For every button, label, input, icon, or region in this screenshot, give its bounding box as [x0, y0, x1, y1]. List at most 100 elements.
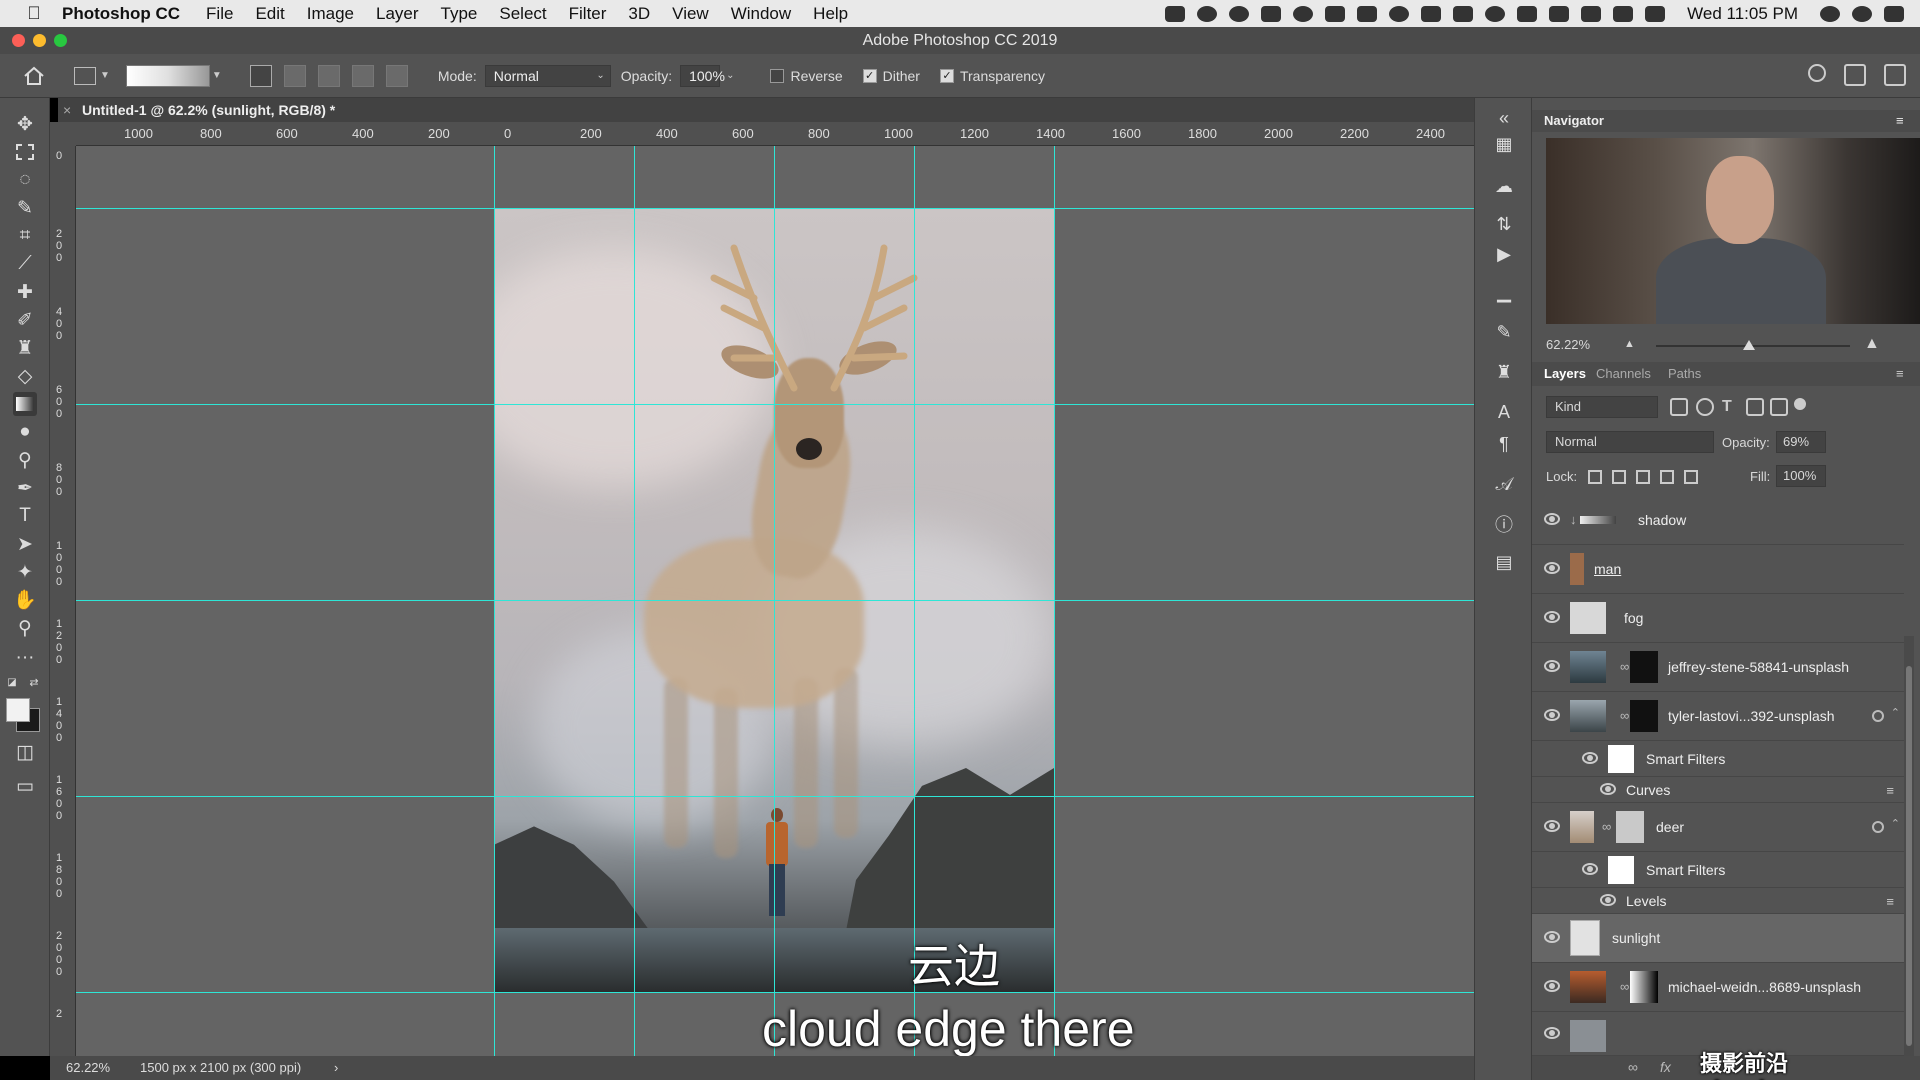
layer-name[interactable]: Curves [1626, 781, 1670, 799]
eyedropper-tool-icon[interactable]: ⟋ [13, 252, 37, 276]
visibility-eye-icon[interactable] [1582, 751, 1598, 764]
tab-paths[interactable]: Paths [1668, 362, 1701, 386]
vertical-guide[interactable] [774, 146, 775, 1056]
tab-layers[interactable]: Layers [1544, 362, 1586, 386]
layer-row[interactable]: fog [1532, 594, 1904, 643]
kind-filter-select[interactable]: Kind [1546, 396, 1658, 418]
linear-gradient-button[interactable] [249, 64, 272, 87]
navigator-title[interactable]: Navigator [1544, 110, 1604, 132]
cloud-app-icon[interactable] [1293, 5, 1314, 22]
mask-link-icon[interactable]: ∞ [1620, 659, 1629, 674]
visibility-eye-icon[interactable] [1544, 660, 1560, 672]
visibility-eye-icon[interactable] [1600, 893, 1616, 906]
screen-mode-icon[interactable]: ▭ [13, 774, 37, 798]
bluetooth-icon[interactable] [1517, 5, 1538, 22]
layer-row[interactable]: ∞ michael-weidn...8689-unsplash [1532, 963, 1904, 1012]
siri-icon[interactable] [1852, 5, 1872, 22]
layer-name[interactable]: jeffrey-stene-58841-unsplash [1668, 658, 1849, 676]
foreground-color-swatch[interactable] [6, 698, 30, 722]
quick-mask-icon[interactable]: ◫ [13, 740, 37, 764]
messenger-icon[interactable] [1197, 5, 1218, 22]
magnet-icon[interactable] [1453, 5, 1474, 22]
filter-blending-options-icon[interactable]: ≡ [1886, 783, 1894, 798]
volume-icon[interactable] [1581, 5, 1602, 22]
gradient-tool-icon[interactable] [13, 392, 37, 416]
grid-icon[interactable]: ▦ [1492, 132, 1516, 156]
visibility-eye-icon[interactable] [1544, 980, 1560, 992]
workspace-icon[interactable] [1844, 64, 1866, 86]
menu-file[interactable]: File [206, 4, 233, 24]
layer-opacity-input[interactable]: 69% [1776, 431, 1826, 453]
menu-edit[interactable]: Edit [255, 4, 284, 24]
layer-name[interactable]: sunlight [1612, 929, 1660, 947]
zoom-in-icon[interactable]: ▲ [1864, 335, 1880, 353]
pen-tool-icon[interactable]: ✒ [13, 476, 37, 500]
navigator-preview[interactable] [1546, 138, 1920, 324]
visibility-eye-icon[interactable] [1544, 820, 1560, 832]
layer-name[interactable]: Smart Filters [1646, 861, 1725, 879]
move-tool-icon[interactable]: ✥ [13, 112, 37, 136]
layer-name[interactable]: shadow [1638, 511, 1686, 529]
horizontal-guide[interactable] [76, 208, 1474, 209]
collapse-caret-icon[interactable]: ⌃ [1891, 706, 1900, 719]
wifi-icon[interactable] [1549, 5, 1570, 22]
layer-mask-thumbnail[interactable] [1630, 700, 1658, 732]
layer-name[interactable]: michael-weidn...8689-unsplash [1668, 978, 1861, 996]
diamond-gradient-button[interactable] [385, 64, 408, 87]
zoom-slider-thumb[interactable] [1743, 340, 1756, 350]
brush-tool-icon[interactable]: ✐ [13, 308, 37, 332]
marquee-tool-icon[interactable] [13, 140, 37, 164]
healing-brush-tool-icon[interactable]: ✚ [13, 280, 37, 304]
vertical-guide[interactable] [914, 146, 915, 1056]
visibility-eye-icon[interactable] [1544, 709, 1560, 721]
reverse-checkbox[interactable]: Reverse [770, 68, 843, 84]
lock-all-icon[interactable] [1684, 470, 1698, 484]
layer-mask-thumbnail[interactable] [1616, 811, 1644, 843]
menu-type[interactable]: Type [441, 4, 478, 24]
layer-row[interactable]: ∞ deer ⌃ [1532, 803, 1904, 852]
vertical-guide[interactable] [1054, 146, 1055, 1056]
close-window-button[interactable] [12, 34, 25, 47]
mask-link-icon[interactable]: ∞ [1620, 708, 1629, 723]
horizontal-guide[interactable] [76, 796, 1474, 797]
mask-link-icon[interactable]: ∞ [1602, 819, 1611, 834]
tab-channels[interactable]: Channels [1596, 362, 1651, 386]
histogram-icon[interactable]: ▁ [1492, 280, 1516, 304]
menu-filter[interactable]: Filter [569, 4, 607, 24]
tool-preset-dropdown-icon[interactable]: ▼ [100, 70, 110, 81]
horizontal-guide[interactable] [76, 404, 1474, 405]
menu-select[interactable]: Select [499, 4, 546, 24]
blend-mode-select[interactable]: Normal [1546, 431, 1714, 453]
paragraph-icon[interactable]: ¶ [1492, 432, 1516, 456]
close-tab-icon[interactable]: × [63, 98, 71, 122]
eraser-tool-icon[interactable]: ◇ [13, 364, 37, 388]
dither-box[interactable]: ✓ [862, 68, 877, 83]
history-icon[interactable]: ⇅ [1492, 212, 1516, 236]
transparency-checkbox[interactable]: ✓ Transparency [939, 68, 1045, 84]
shape-filter-icon[interactable] [1746, 398, 1764, 416]
notification-center-icon[interactable] [1884, 5, 1904, 22]
fill-input[interactable]: 100% [1776, 465, 1826, 487]
minimize-window-button[interactable] [33, 34, 46, 47]
character-icon[interactable]: A [1492, 400, 1516, 424]
status-menu-arrow-icon[interactable]: › [334, 1056, 338, 1080]
collapse-caret-icon[interactable]: ⌃ [1891, 817, 1900, 830]
opacity-input[interactable]: 100% [680, 64, 725, 87]
layer-row[interactable]: ∞ jeffrey-stene-58841-unsplash [1532, 643, 1904, 692]
menu-help[interactable]: Help [813, 4, 848, 24]
layer-row[interactable]: man [1532, 545, 1904, 594]
layer-name[interactable]: Smart Filters [1646, 750, 1725, 768]
ruler-origin[interactable] [50, 122, 76, 146]
layers-scrollbar[interactable] [1904, 636, 1914, 1056]
glyphs-icon[interactable]: 𝒜 [1492, 472, 1516, 496]
layer-name[interactable]: tyler-lastovi...392-unsplash [1668, 707, 1835, 725]
filter-blending-options-icon[interactable]: ≡ [1886, 894, 1894, 909]
zoom-window-button[interactable] [54, 34, 67, 47]
quick-selection-tool-icon[interactable]: ✎ [13, 196, 37, 220]
layer-name[interactable]: fog [1624, 609, 1643, 627]
brush-settings-icon[interactable]: ✎ [1492, 320, 1516, 344]
keyboard-icon[interactable] [1645, 5, 1666, 22]
menubar-clock[interactable]: Wed 11:05 PM [1687, 4, 1798, 24]
radial-gradient-button[interactable] [283, 64, 306, 87]
airplay-icon[interactable] [1613, 5, 1634, 22]
